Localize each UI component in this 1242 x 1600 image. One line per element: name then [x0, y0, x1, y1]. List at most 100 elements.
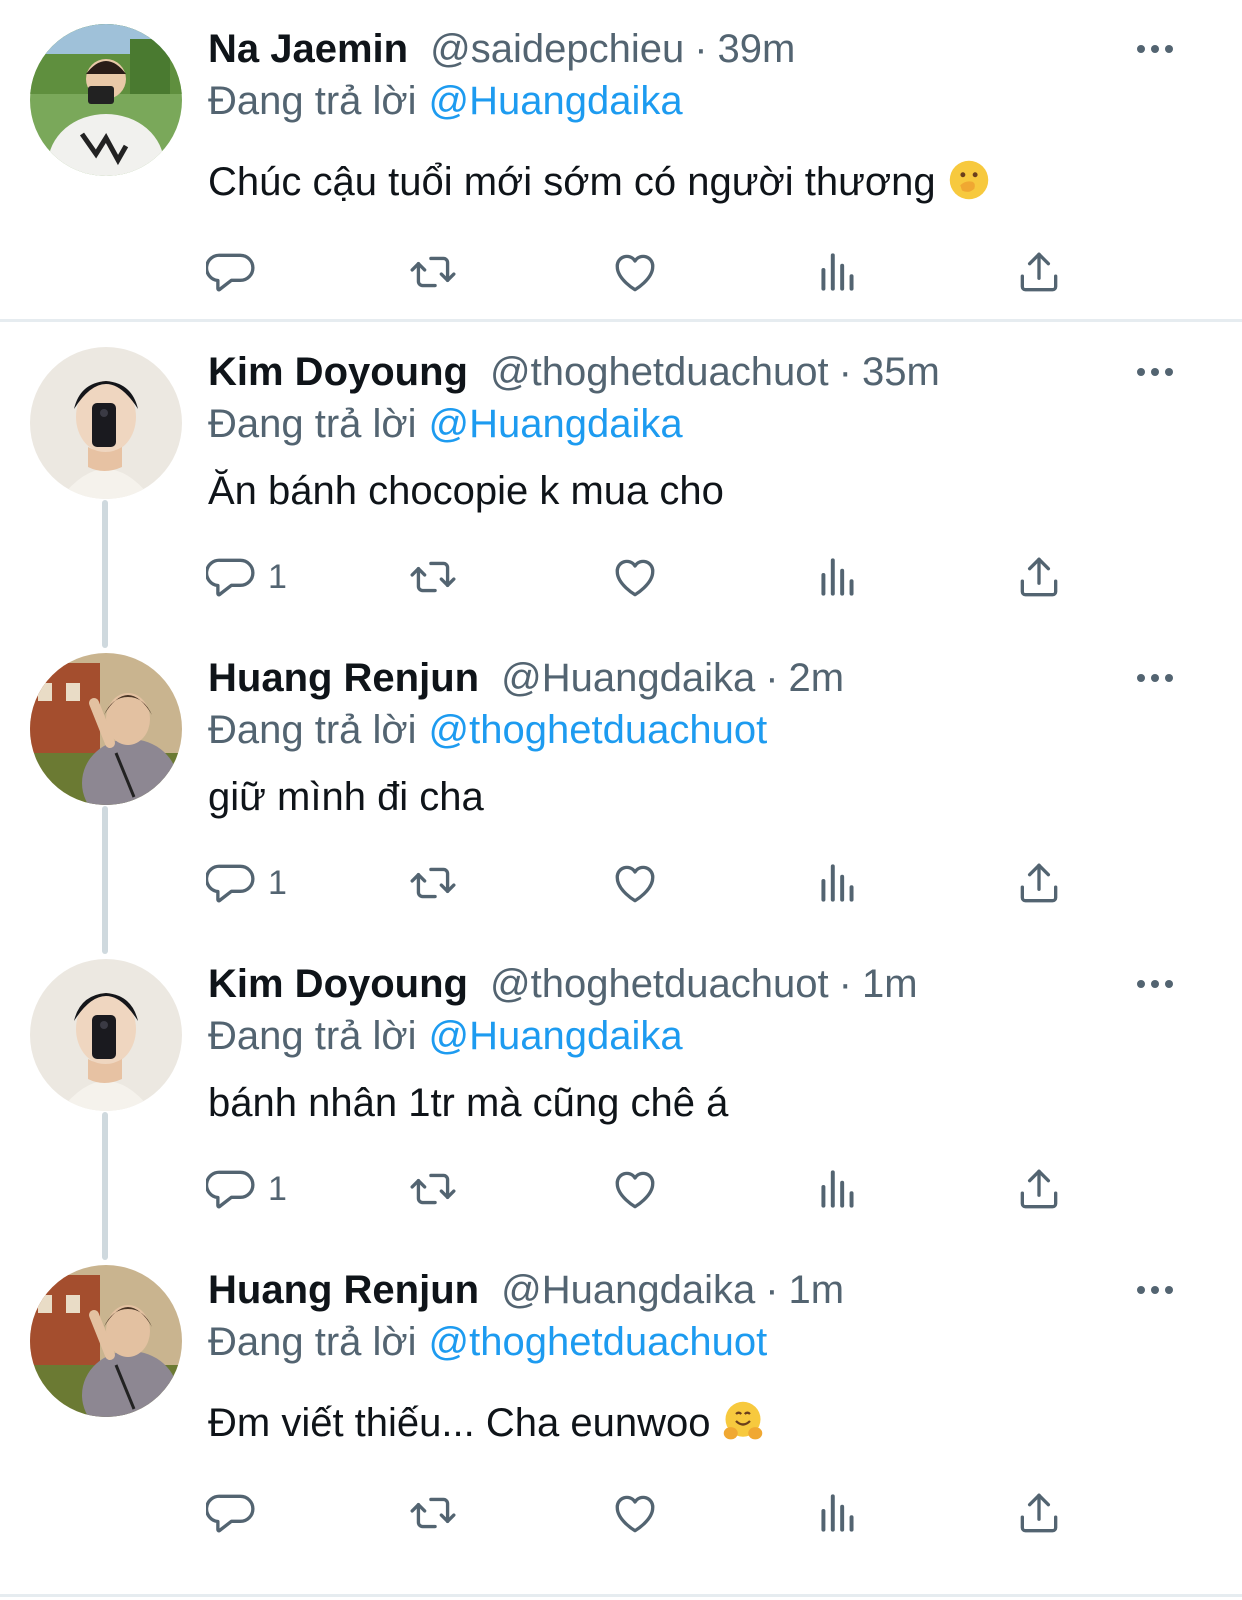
tweet-text: Đm viết thiếu... Cha eunwoo — [208, 1395, 764, 1451]
mention-link[interactable]: @Huangdaika — [429, 402, 683, 446]
retweet-icon — [408, 1164, 458, 1214]
avatar[interactable] — [30, 1265, 182, 1417]
tweet-text: Chúc cậu tuổi mới sớm có người thương — [208, 154, 990, 210]
tweet-body: Ăn bánh chocopie k mua cho — [208, 469, 724, 513]
avatar[interactable] — [30, 959, 182, 1111]
more-options-icon[interactable] — [1134, 668, 1176, 688]
divider — [0, 319, 1242, 322]
tweet-item[interactable]: Na Jaemin @saidepchieu · 39m Đang trả lời @H… — [0, 24, 1242, 324]
heart-icon — [610, 1164, 660, 1214]
share-button[interactable] — [1014, 1483, 1064, 1543]
retweet-icon — [408, 1488, 458, 1538]
replying-to: Đang trả lời @Huangdaika — [208, 76, 683, 126]
reply-count: 1 — [268, 1169, 287, 1208]
like-button[interactable] — [610, 853, 660, 913]
views-button[interactable] — [813, 547, 863, 607]
share-upload-icon — [1014, 858, 1064, 908]
timestamp[interactable]: 2m — [789, 656, 845, 700]
display-name[interactable]: Na Jaemin — [208, 27, 408, 71]
tweet-header: Kim Doyoung @thoghetduachuot · 35m — [208, 347, 940, 397]
share-button[interactable] — [1014, 242, 1064, 302]
like-button[interactable] — [610, 1159, 660, 1219]
retweet-icon — [408, 858, 458, 908]
more-options-icon[interactable] — [1134, 39, 1176, 59]
tweet-item[interactable]: Kim Doyoung @thoghetduachuot · 1m Đang trả … — [0, 959, 1242, 1249]
heart-icon — [610, 247, 660, 297]
timestamp[interactable]: 35m — [862, 350, 940, 394]
like-button[interactable] — [610, 1483, 660, 1543]
like-button[interactable] — [610, 242, 660, 302]
reply-count: 1 — [268, 863, 287, 902]
user-handle[interactable]: @thoghetduachuot — [490, 350, 829, 394]
tweet-body: Đm viết thiếu... Cha eunwoo — [208, 1401, 711, 1445]
display-name[interactable]: Huang Renjun — [208, 656, 479, 700]
mention-link[interactable]: @Huangdaika — [429, 1014, 683, 1058]
timestamp[interactable]: 1m — [789, 1268, 845, 1312]
display-name[interactable]: Kim Doyoung — [208, 350, 468, 394]
mention-link[interactable]: @thoghetduachuot — [429, 1320, 768, 1364]
face-with-hand-over-mouth-icon — [949, 160, 988, 200]
views-button[interactable] — [813, 1483, 863, 1543]
replying-to: Đang trả lời @Huangdaika — [208, 399, 683, 449]
tweet-header: Huang Renjun @Huangdaika · 1m — [208, 1265, 844, 1315]
user-handle[interactable]: @Huangdaika — [501, 1268, 755, 1312]
retweet-button[interactable] — [408, 242, 458, 302]
share-upload-icon — [1014, 552, 1064, 602]
retweet-button[interactable] — [408, 547, 458, 607]
like-button[interactable] — [610, 547, 660, 607]
replying-to-label: Đang trả lời — [208, 1014, 417, 1058]
display-name[interactable]: Kim Doyoung — [208, 962, 468, 1006]
reply-button[interactable] — [206, 1483, 268, 1543]
divider — [0, 1594, 1242, 1597]
separator-dot: · — [838, 350, 852, 394]
avatar[interactable] — [30, 24, 182, 176]
share-button[interactable] — [1014, 1159, 1064, 1219]
heart-icon — [610, 858, 660, 908]
avatar[interactable] — [30, 653, 182, 805]
views-button[interactable] — [813, 1159, 863, 1219]
tweet-body: Chúc cậu tuổi mới sớm có người thương — [208, 160, 936, 204]
more-options-icon[interactable] — [1134, 974, 1176, 994]
timestamp[interactable]: 1m — [862, 962, 918, 1006]
avatar[interactable] — [30, 347, 182, 499]
retweet-icon — [408, 552, 458, 602]
retweet-button[interactable] — [408, 1159, 458, 1219]
reply-button[interactable]: 1 — [206, 853, 287, 913]
more-options-icon[interactable] — [1134, 362, 1176, 382]
reply-count: 1 — [268, 557, 287, 596]
views-button[interactable] — [813, 242, 863, 302]
tweet-item[interactable]: Huang Renjun @Huangdaika · 1m Đang trả lời @… — [0, 1265, 1242, 1565]
timestamp[interactable]: 39m — [718, 27, 796, 71]
separator-dot: · — [694, 27, 708, 71]
tweet-item[interactable]: Kim Doyoung @thoghetduachuot · 35m Đang trả… — [0, 347, 1242, 637]
tweet-actions — [0, 1483, 1242, 1543]
reply-bubble-icon — [206, 247, 256, 297]
views-button[interactable] — [813, 853, 863, 913]
replying-to: Đang trả lời @thoghetduachuot — [208, 1317, 767, 1367]
share-button[interactable] — [1014, 853, 1064, 913]
replying-to: Đang trả lời @thoghetduachuot — [208, 705, 767, 755]
tweet-header: Na Jaemin @saidepchieu · 39m — [208, 24, 795, 74]
display-name[interactable]: Huang Renjun — [208, 1268, 479, 1312]
replying-to-label: Đang trả lời — [208, 79, 417, 123]
user-handle[interactable]: @saidepchieu — [430, 27, 684, 71]
mention-link[interactable]: @Huangdaika — [429, 79, 683, 123]
tweet-text: bánh nhân 1tr mà cũng chê á — [208, 1075, 728, 1131]
reply-button[interactable] — [206, 242, 268, 302]
analytics-bars-icon — [813, 552, 863, 602]
hugging-face-icon — [724, 1401, 763, 1440]
share-upload-icon — [1014, 247, 1064, 297]
retweet-button[interactable] — [408, 853, 458, 913]
reply-button[interactable]: 1 — [206, 1159, 287, 1219]
reply-bubble-icon — [206, 1488, 256, 1538]
more-options-icon[interactable] — [1134, 1280, 1176, 1300]
tweet-item[interactable]: Huang Renjun @Huangdaika · 2m Đang trả lời @… — [0, 653, 1242, 943]
tweet-actions: 1 — [0, 853, 1242, 913]
user-handle[interactable]: @Huangdaika — [501, 656, 755, 700]
reply-bubble-icon — [206, 858, 256, 908]
reply-button[interactable]: 1 — [206, 547, 287, 607]
mention-link[interactable]: @thoghetduachuot — [429, 708, 768, 752]
retweet-button[interactable] — [408, 1483, 458, 1543]
user-handle[interactable]: @thoghetduachuot — [490, 962, 829, 1006]
share-button[interactable] — [1014, 547, 1064, 607]
